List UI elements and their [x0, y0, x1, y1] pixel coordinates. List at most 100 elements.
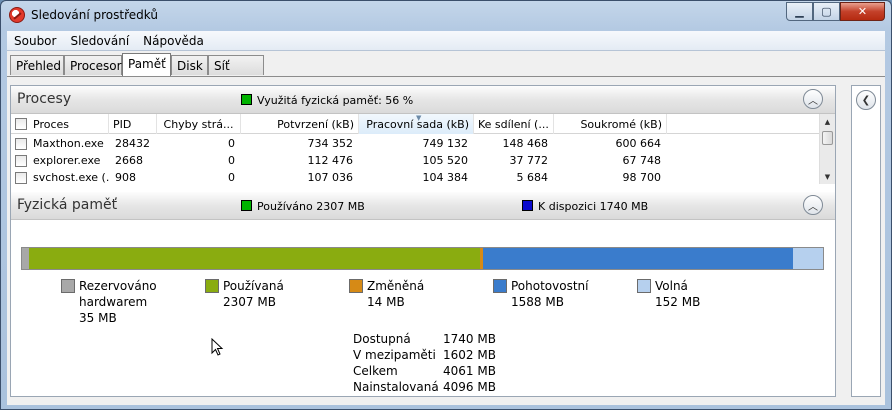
cell-working-set: 104 384 [422, 171, 469, 184]
physical-memory-title: Fyzická paměť [17, 197, 118, 213]
chevron-left-icon[interactable]: ❮ [856, 90, 876, 110]
row-checkbox[interactable] [15, 138, 27, 150]
close-button[interactable]: ✕ [840, 2, 885, 21]
side-panel: ❮ [851, 85, 881, 397]
legend-value: 14 MB [367, 295, 405, 309]
legend-label: Pohotovostní [511, 279, 589, 293]
stat-row: Dostupná 1740 MB [353, 332, 513, 348]
window-title: Sledování prostředků [31, 8, 158, 22]
processes-header[interactable]: Procesy Využitá fyzická paměť: 56 % ︿ [11, 86, 835, 114]
column-pid[interactable]: PID [109, 114, 157, 134]
used-memory-legend-square [241, 94, 252, 105]
row-checkbox[interactable] [15, 155, 27, 167]
column-working-set[interactable]: ▼ Pracovní sada (kB) [359, 114, 474, 134]
legend-label: Volná [655, 279, 688, 293]
legend-color-square [349, 279, 363, 293]
resource-monitor-window: Sledování prostředků ▁ ▢ ✕ Soubor Sledov… [0, 0, 892, 410]
legend-color-square [205, 279, 219, 293]
scroll-down-icon[interactable]: ▼ [820, 169, 835, 184]
sort-descending-icon: ▼ [416, 114, 422, 122]
cell-commit: 112 476 [307, 154, 354, 167]
cell-process: explorer.exe [33, 154, 101, 167]
memory-bar-segment-4 [793, 248, 823, 269]
processes-table: Proces PID Chyby strá... Potvrzení (kB) … [11, 114, 835, 184]
tab-disk[interactable]: Disk [171, 55, 208, 75]
in-use-summary: Používáno 2307 MB [257, 200, 365, 213]
cell-commit: 734 352 [307, 137, 354, 150]
cell-private: 67 748 [622, 154, 662, 167]
memory-bar-segment-3 [482, 248, 794, 269]
legend-color-square [61, 279, 75, 293]
tab-overview[interactable]: Přehled [10, 55, 64, 75]
column-private[interactable]: Soukromé (kB) [554, 114, 667, 134]
stat-row: V mezipaměti 1602 MB [353, 348, 513, 364]
menu-bar: Soubor Sledování Nápověda [7, 31, 885, 51]
window-controls: ▁ ▢ ✕ [786, 2, 885, 21]
legend-value: 152 MB [655, 295, 701, 309]
stat-row: Nainstalovaná 4096 MB [353, 380, 513, 396]
cell-process: Maxthon.exe [33, 137, 104, 150]
tab-strip: Přehled Procesor Paměť Disk Síť [7, 51, 885, 76]
legend-label: Používaná [223, 279, 284, 293]
table-row[interactable]: explorer.exe 2668 0 112 476 105 520 37 7… [11, 152, 819, 169]
legend-label-line2: hardwarem [79, 295, 148, 309]
row-checkbox[interactable] [15, 172, 27, 184]
physical-memory-header[interactable]: Fyzická paměť Používáno 2307 MB K dispoz… [11, 192, 835, 220]
table-header: Proces PID Chyby strá... Potvrzení (kB) … [11, 114, 819, 134]
table-row[interactable]: svchost.exe (... 908 0 107 036 104 384 5… [11, 169, 819, 184]
cell-pid: 28432 [115, 137, 150, 150]
scroll-thumb[interactable] [822, 131, 833, 145]
column-process-label: Proces [33, 118, 69, 131]
scroll-up-icon[interactable]: ▲ [820, 114, 835, 129]
collapse-up-icon[interactable]: ︿ [803, 89, 823, 109]
memory-usage-bar [21, 247, 824, 270]
tab-memory[interactable]: Paměť [122, 53, 171, 76]
stat-value: 4096 MB [443, 380, 496, 394]
table-row[interactable]: Maxthon.exe 28432 0 734 352 749 132 148 … [11, 135, 819, 152]
processes-title: Procesy [17, 91, 72, 107]
cell-working-set: 749 132 [422, 137, 469, 150]
memory-tab-content: Procesy Využitá fyzická paměť: 56 % ︿ Pr… [7, 76, 885, 405]
collapse-up-icon[interactable]: ︿ [803, 195, 823, 215]
menu-file[interactable]: Soubor [7, 31, 63, 50]
processes-scrollbar[interactable]: ▲ ▼ [819, 114, 835, 184]
tab-network[interactable]: Síť [208, 55, 264, 75]
stat-value: 1602 MB [443, 348, 496, 362]
legend-value: 1588 MB [511, 295, 564, 309]
legend-color-square [493, 279, 507, 293]
cell-shareable: 37 772 [509, 154, 549, 167]
menu-monitor[interactable]: Sledování [63, 31, 136, 50]
main-panel: Procesy Využitá fyzická paměť: 56 % ︿ Pr… [10, 85, 836, 397]
legend-value: 2307 MB [223, 295, 276, 309]
minimize-button[interactable]: ▁ [786, 2, 813, 21]
legend-label: Změněná [367, 279, 425, 293]
cell-shareable: 148 468 [502, 137, 549, 150]
menu-help[interactable]: Nápověda [136, 31, 211, 50]
cell-hard-faults: 0 [228, 154, 235, 167]
cell-pid: 908 [115, 171, 136, 184]
column-shareable[interactable]: Ke sdílení (... [474, 114, 554, 134]
available-summary: K dispozici 1740 MB [538, 200, 649, 213]
cell-hard-faults: 0 [228, 137, 235, 150]
legend-value: 35 MB [79, 311, 117, 325]
available-legend-square [522, 200, 533, 211]
memory-bar-segment-1 [28, 248, 480, 269]
tab-cpu[interactable]: Procesor [64, 55, 122, 75]
column-commit[interactable]: Potvrzení (kB) [241, 114, 359, 134]
legend-color-square [637, 279, 651, 293]
stat-row: Celkem 4061 MB [353, 364, 513, 380]
stat-label: Nainstalovaná [353, 380, 439, 394]
cell-hard-faults: 0 [228, 171, 235, 184]
cell-private: 98 700 [622, 171, 662, 184]
cell-working-set: 105 520 [422, 154, 469, 167]
title-bar[interactable]: Sledování prostředků ▁ ▢ ✕ [1, 1, 891, 31]
cell-pid: 2668 [115, 154, 143, 167]
select-all-checkbox[interactable] [15, 118, 27, 130]
column-hard-faults[interactable]: Chyby strá... [157, 114, 241, 134]
legend-label: Rezervováno [79, 279, 157, 293]
mouse-cursor-icon [211, 338, 224, 356]
column-process[interactable]: Proces [11, 114, 109, 134]
stat-label: Dostupná [353, 332, 411, 346]
maximize-button[interactable]: ▢ [813, 2, 840, 21]
close-icon: ✕ [857, 5, 868, 18]
